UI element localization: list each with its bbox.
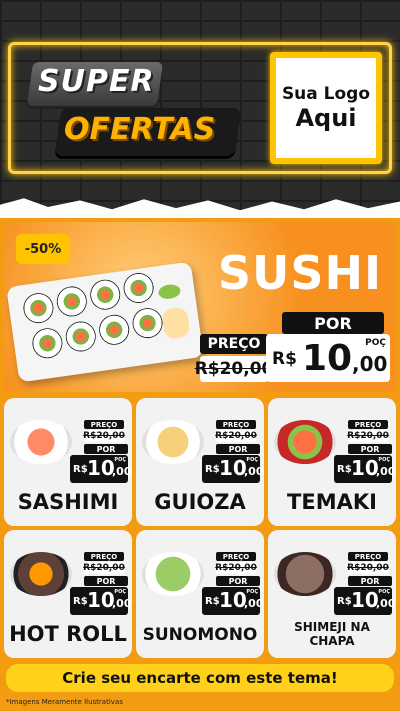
- tile-por-label: POR: [348, 444, 392, 454]
- logo-line-1: Sua Logo: [281, 84, 371, 104]
- tile-price-dec: ,00: [376, 465, 396, 478]
- tile-unit: POÇ: [378, 589, 390, 595]
- hero-offer-card: -50% SUSHI POR PREÇO R$20,00 R$ 10 ,00 P…: [4, 222, 396, 392]
- tile-currency: R$: [205, 596, 220, 607]
- tile-price-int: 10: [87, 456, 115, 480]
- tile-name: SHIMEJI NA CHAPA: [294, 620, 370, 648]
- hero-unit: POÇ: [365, 338, 386, 348]
- hero-title: SUSHI: [217, 246, 383, 300]
- tile-old-price: R$20,00: [83, 430, 125, 442]
- ofertas-text: OFERTAS: [64, 112, 216, 147]
- hero-preco-label: PREÇO: [200, 334, 268, 354]
- hero-price-dec: ,00: [352, 352, 388, 376]
- product-tile-sunomono: PREÇO R$20,00 POR R$ 10 ,00 POÇ SUNOMONO: [136, 530, 264, 658]
- product-tile-guioza: PREÇO R$20,00 POR R$ 10 ,00 POÇ GUIOZA: [136, 398, 264, 526]
- tile-old-price: R$20,00: [215, 562, 257, 574]
- tile-preco-label: PREÇO: [216, 552, 256, 561]
- tile-preco-label: PREÇO: [216, 420, 256, 429]
- hero-por-label: POR: [282, 312, 384, 334]
- shimeji-image: [274, 552, 336, 596]
- guioza-image: [142, 420, 204, 464]
- tile-currency: R$: [205, 464, 220, 475]
- logo-line-2: Aqui: [295, 104, 357, 132]
- tile-price-int: 10: [351, 588, 379, 612]
- tile-preco-label: PREÇO: [84, 552, 124, 561]
- sashimi-image: [10, 420, 72, 464]
- tile-new-price: R$ 10 ,00 POÇ: [334, 587, 396, 615]
- sunomono-image: [142, 552, 204, 596]
- tile-price-int: 10: [351, 456, 379, 480]
- tile-unit: POÇ: [114, 589, 126, 595]
- tile-por-label: POR: [216, 576, 260, 586]
- tile-old-price: R$20,00: [347, 430, 389, 442]
- tile-por-label: POR: [348, 576, 392, 586]
- disclaimer: *Imagens Meramente Ilustrativas: [6, 698, 123, 706]
- tile-new-price: R$ 10 ,00 POÇ: [202, 587, 264, 615]
- tile-preco-label: PREÇO: [84, 420, 124, 429]
- tile-unit: POÇ: [246, 589, 258, 595]
- tile-new-price: R$ 10 ,00 POÇ: [70, 455, 132, 483]
- tile-old-price: R$20,00: [83, 562, 125, 574]
- tile-name: TEMAKI: [287, 490, 377, 514]
- tile-preco-label: PREÇO: [348, 420, 388, 429]
- super-text: SUPER: [38, 64, 155, 99]
- tile-por-label: POR: [84, 576, 128, 586]
- hero-price-int: 10: [302, 338, 353, 379]
- hero-new-price: R$ 10 ,00 POÇ: [266, 334, 390, 382]
- tile-por-label: POR: [216, 444, 260, 454]
- tile-price-dec: ,00: [112, 465, 132, 478]
- tile-new-price: R$ 10 ,00 POÇ: [334, 455, 396, 483]
- tile-unit: POÇ: [114, 457, 126, 463]
- tile-new-price: R$ 10 ,00 POÇ: [70, 587, 132, 615]
- temaki-image: [274, 420, 336, 464]
- tile-price-int: 10: [87, 588, 115, 612]
- tile-por-label: POR: [84, 444, 128, 454]
- tile-currency: R$: [73, 596, 88, 607]
- tile-unit: POÇ: [246, 457, 258, 463]
- tile-price-dec: ,00: [112, 597, 132, 610]
- tile-currency: R$: [337, 464, 352, 475]
- discount-badge: -50%: [16, 234, 70, 264]
- tile-currency: R$: [73, 464, 88, 475]
- tile-price-int: 10: [219, 588, 247, 612]
- product-tile-sashimi: PREÇO R$20,00 POR R$ 10 ,00 POÇ SASHIMI: [4, 398, 132, 526]
- product-tile-temaki: PREÇO R$20,00 POR R$ 10 ,00 POÇ TEMAKI: [268, 398, 396, 526]
- tile-name: HOT ROLL: [9, 622, 127, 646]
- tile-price-dec: ,00: [244, 597, 264, 610]
- tile-price-dec: ,00: [376, 597, 396, 610]
- tile-price-dec: ,00: [244, 465, 264, 478]
- hot-roll-image: [10, 552, 72, 596]
- product-tile-hot-roll: PREÇO R$20,00 POR R$ 10 ,00 POÇ HOT ROLL: [4, 530, 132, 658]
- tile-old-price: R$20,00: [347, 562, 389, 574]
- brick-wall-header: SUPER OFERTAS Sua Logo Aqui: [0, 0, 400, 210]
- cta-banner[interactable]: Crie seu encarte com este tema!: [6, 664, 394, 692]
- tile-preco-label: PREÇO: [348, 552, 388, 561]
- tile-unit: POÇ: [378, 457, 390, 463]
- tile-name: SUNOMONO: [142, 625, 258, 645]
- tile-price-int: 10: [219, 456, 247, 480]
- tile-new-price: R$ 10 ,00 POÇ: [202, 455, 264, 483]
- tile-currency: R$: [337, 596, 352, 607]
- hero-old-price: R$20,00: [195, 356, 273, 382]
- tile-name: SASHIMI: [17, 490, 119, 514]
- tile-old-price: R$20,00: [215, 430, 257, 442]
- hero-currency: R$: [272, 349, 297, 369]
- logo-placeholder: Sua Logo Aqui: [270, 52, 382, 164]
- product-tile-shimeji: PREÇO R$20,00 POR R$ 10 ,00 POÇ SHIMEJI …: [268, 530, 396, 658]
- tile-name: GUIOZA: [154, 490, 246, 514]
